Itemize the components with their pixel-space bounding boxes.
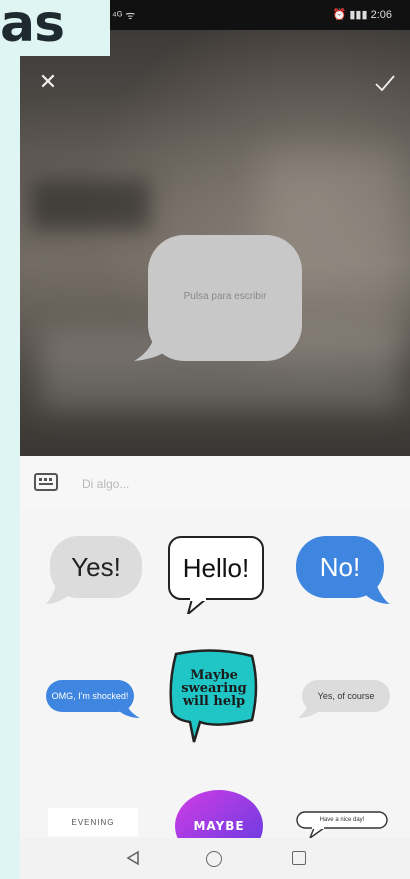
back-nav-icon[interactable] [125,850,141,866]
sticker-evening-label: EVENING [71,817,115,827]
sticker-maybe-swearing[interactable]: Maybe swearing will help [166,646,262,746]
sticker-maybe[interactable]: MAYBE [174,786,264,840]
sticker-omg[interactable]: OMG, I'm shocked! [42,676,142,722]
sticker-no[interactable]: No! [292,532,392,608]
sticker-omg-label: OMG, I'm shocked! [51,691,129,701]
text-input-bar [20,456,410,511]
speech-bubble-sticker[interactable]: Pulsa para escribir [134,235,302,361]
sticker-hello[interactable]: Hello! [166,534,266,614]
bubble-placeholder: Pulsa para escribir [183,291,267,302]
say-something-input[interactable] [80,470,384,498]
sticker-maybe-label: MAYBE [193,819,245,833]
navigation-bar [20,838,410,879]
recents-nav-icon[interactable] [292,851,306,865]
sticker-yes-label: Yes! [71,551,121,582]
sticker-yes-of-course[interactable]: Yes, of course [298,676,394,720]
phone-screen: ⁴ᴳ ᯤ ⏰ ▮▮▮ 2:06 ✕ Pulsa para escribir Di… [20,0,410,879]
sticker-nice-day[interactable]: Have a nice day! [294,806,390,840]
sticker-evening[interactable]: EVENING [48,808,138,836]
close-icon[interactable]: ✕ [36,70,60,94]
clock-and-battery: ⏰ ▮▮▮ 2:06 [332,9,392,21]
title-fragment-tag: as [0,0,110,56]
sticker-nice-day-label: Have a nice day! [319,817,365,823]
home-nav-icon[interactable] [206,851,222,867]
sticker-hello-label: Hello! [182,552,250,583]
sticker-grid: Yes! Hello! No! OMG, I'm shocked! Maybe … [20,510,410,840]
background-photo: ✕ Pulsa para escribir [20,30,410,456]
sticker-no-label: No! [319,551,361,582]
check-icon[interactable] [372,70,398,96]
title-fragment-text: as [0,0,65,54]
signal-indicators: ⁴ᴳ ᯤ [112,10,136,22]
sticker-yes[interactable]: Yes! [46,532,146,608]
keyboard-icon[interactable] [34,473,58,491]
sticker-yes-of-course-label: Yes, of course [317,691,375,701]
sticker-maybe-swearing-label: Maybe swearing will help [181,667,247,709]
